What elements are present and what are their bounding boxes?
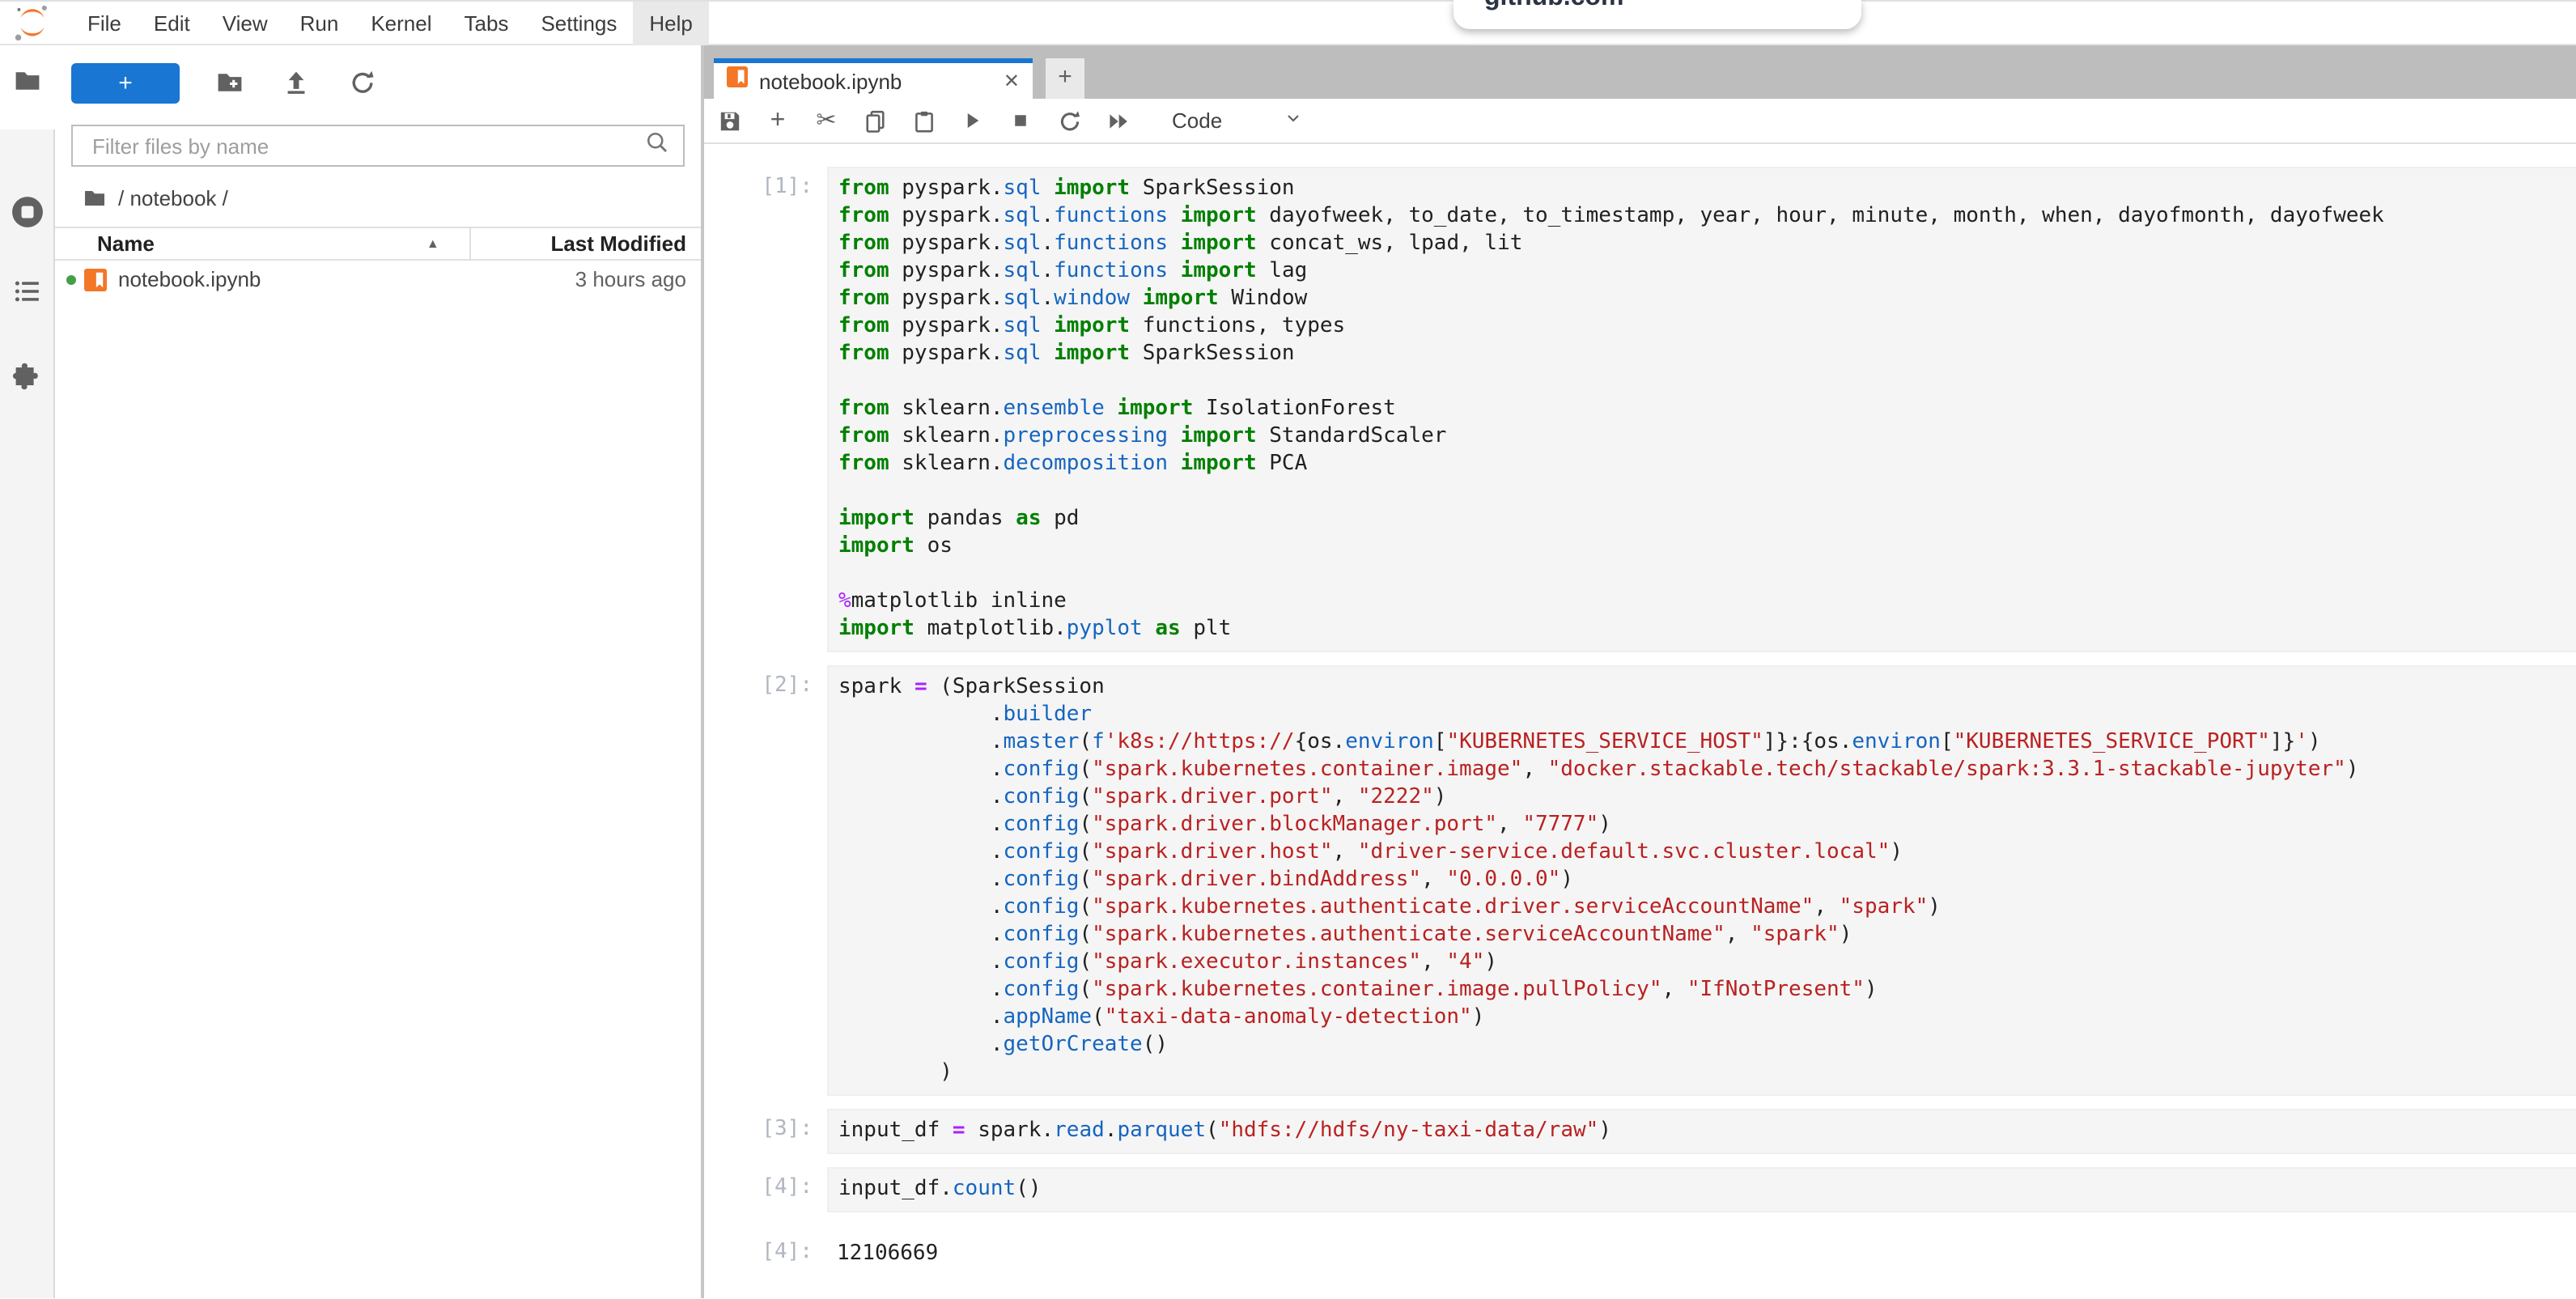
filter-box [71,125,685,167]
menu-item-run[interactable]: Run [284,1,355,45]
menu-item-view[interactable]: View [206,1,284,45]
output-cell: [4]:12106669 [704,1232,2576,1267]
folder-icon[interactable] [13,66,42,96]
file-browser-panel: + / notebook / [55,45,701,1298]
cell-input-editor[interactable]: input_df = spark.read.parquet("hdfs://hd… [827,1109,2576,1154]
menu-item-tabs[interactable]: Tabs [448,1,525,45]
list-icon[interactable] [13,277,42,306]
chevron-down-icon [1284,108,1303,133]
tooltip-text: github.com [1454,0,1861,13]
file-list: notebook.ipynb3 hours ago [55,261,701,298]
cell-prompt: [1]: [704,167,827,199]
stop-icon[interactable] [1007,107,1034,134]
notebook-cells: [1]:from pyspark.sql import SparkSession… [704,144,2576,1298]
close-icon[interactable]: ✕ [1000,70,1023,92]
menu-item-edit[interactable]: Edit [138,1,206,45]
folder-icon [83,185,107,210]
tab-notebook[interactable]: notebook.ipynb ✕ [714,58,1033,99]
upload-icon[interactable] [282,68,311,97]
file-modified: 3 hours ago [484,267,701,291]
column-header-last-modified[interactable]: Last Modified [469,228,701,259]
dock-panel: notebook.ipynb ✕ + + ✂ [704,45,2576,1298]
refresh-icon[interactable] [348,68,377,97]
restart-kernel-icon[interactable] [1055,107,1083,134]
breadcrumb[interactable]: / notebook / [83,183,701,212]
browser-tooltip: github.com [1454,0,1861,29]
menu-bar: FileEditViewRunKernelTabsSettingsHelp [0,0,2576,45]
new-tab-button[interactable]: + [1046,58,1084,99]
menu-item-help[interactable]: Help [633,1,709,45]
menu-item-file[interactable]: File [71,1,138,45]
insert-cell-icon[interactable]: + [764,107,791,134]
paste-icon[interactable] [910,107,937,134]
jupyter-logo-icon [13,3,52,42]
filter-files-input[interactable] [89,132,644,159]
cell-prompt: [3]: [704,1109,827,1141]
menu-item-kernel[interactable]: Kernel [354,1,448,45]
column-header-name[interactable]: Name ▲ [55,231,469,256]
cell-type-dropdown[interactable]: Code [1172,108,1303,133]
menu-item-settings[interactable]: Settings [524,1,633,45]
cell-input-editor[interactable]: from pyspark.sql import SparkSession fro… [827,167,2576,652]
puzzle-icon[interactable] [11,359,44,392]
stop-circle-icon[interactable] [10,194,45,230]
run-icon[interactable] [958,107,986,134]
tab-bar: notebook.ipynb ✕ + [704,45,2576,99]
notebook-icon [727,66,748,96]
code-cell: [3]:input_df = spark.read.parquet("hdfs:… [704,1109,2576,1154]
search-icon [644,129,670,163]
cell-input-editor[interactable]: spark = (SparkSession .builder .master(f… [827,665,2576,1096]
file-browser-toolbar: + [55,62,701,104]
jupyterlab-window: FileEditViewRunKernelTabsSettingsHelp gi… [0,0,2576,1299]
run-all-icon[interactable] [1104,107,1131,134]
code-cell: [4]:input_df.count() [704,1167,2576,1212]
cut-icon[interactable]: ✂ [813,107,840,134]
activity-bar [0,45,55,1298]
notebook-icon [84,268,107,291]
file-name: notebook.ipynb [107,267,484,291]
cell-prompt: [4]: [704,1232,827,1264]
notebook-toolbar: + ✂ [704,99,2576,144]
cell-output-text: 12106669 [827,1232,2576,1267]
file-row[interactable]: notebook.ipynb3 hours ago [55,261,701,298]
cell-prompt: [2]: [704,665,827,698]
save-icon[interactable] [715,107,743,134]
menu-items: FileEditViewRunKernelTabsSettingsHelp [71,1,709,45]
new-launcher-button[interactable]: + [71,62,180,103]
code-cell: [1]:from pyspark.sql import SparkSession… [704,167,2576,652]
running-status-dot [66,274,76,284]
tab-label: notebook.ipynb [759,69,1000,93]
cell-input-editor[interactable]: input_df.count() [827,1167,2576,1212]
code-cell: [2]:spark = (SparkSession .builder .mast… [704,665,2576,1096]
cell-prompt: [4]: [704,1167,827,1199]
file-list-header: Name ▲ Last Modified [55,227,701,261]
sort-asc-arrow: ▲ [427,236,439,251]
copy-icon[interactable] [861,107,889,134]
new-folder-icon[interactable] [215,68,244,97]
